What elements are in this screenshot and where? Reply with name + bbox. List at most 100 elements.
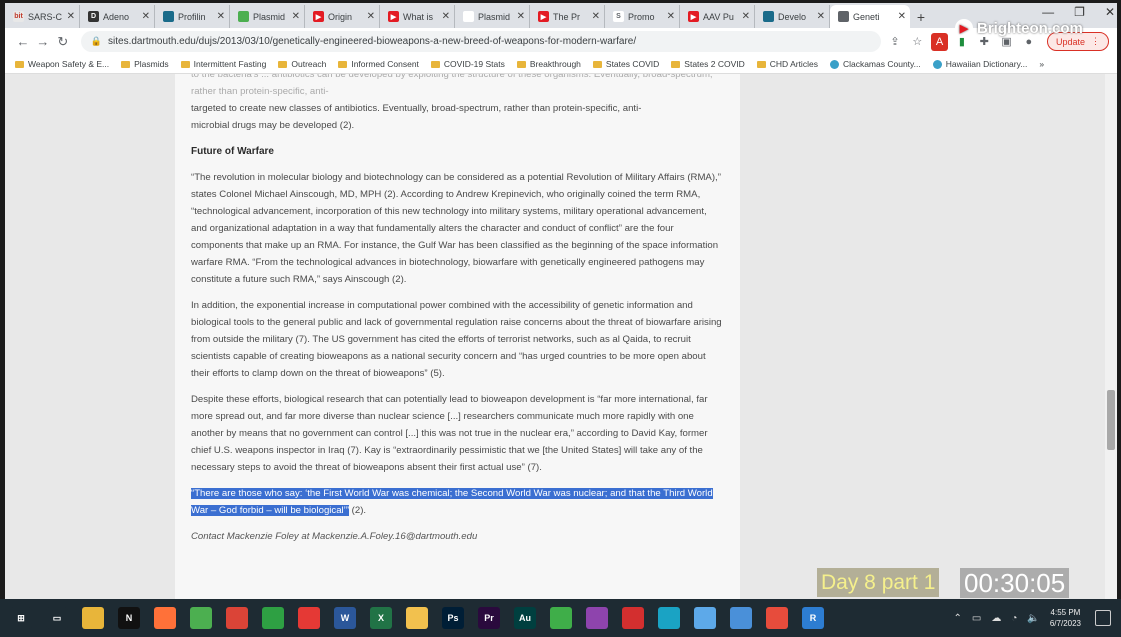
- tab-close-icon[interactable]: ✕: [142, 11, 150, 22]
- tab-close-icon[interactable]: ✕: [817, 11, 825, 22]
- tab-favicon-icon: [763, 11, 774, 22]
- tab-favicon-icon: [838, 11, 849, 22]
- file-explorer-icon[interactable]: [82, 607, 104, 629]
- tab-close-icon[interactable]: ✕: [367, 11, 375, 22]
- tab-2[interactable]: Profilin ✕: [155, 5, 230, 28]
- url-text: sites.dartmouth.edu/dujs/2013/03/10/gene…: [108, 36, 637, 47]
- address-bar[interactable]: 🔒 sites.dartmouth.edu/dujs/2013/03/10/ge…: [80, 31, 881, 52]
- paint-icon[interactable]: [694, 607, 716, 629]
- tab-11[interactable]: Geneti ✕: [830, 5, 910, 28]
- tab-favicon-icon: ▶: [388, 11, 399, 22]
- tab-4[interactable]: ▶ Origin ✕: [305, 5, 380, 28]
- green-square-icon[interactable]: [550, 607, 572, 629]
- tab-title: What is: [403, 11, 434, 22]
- bookmark-item[interactable]: States COVID: [592, 59, 659, 69]
- tab-6[interactable]: Plasmid ✕: [455, 5, 530, 28]
- green-app-icon[interactable]: [262, 607, 284, 629]
- bookmark-label: States 2 COVID: [684, 59, 745, 69]
- chrome-alt-icon[interactable]: [226, 607, 248, 629]
- photos-icon[interactable]: [586, 607, 608, 629]
- cyan-app-icon[interactable]: [658, 607, 680, 629]
- tab-3[interactable]: Plasmid ✕: [230, 5, 305, 28]
- tab-1[interactable]: D Adeno ✕: [80, 5, 155, 28]
- firefox-icon[interactable]: [154, 607, 176, 629]
- photoshop-icon[interactable]: Ps: [442, 607, 464, 629]
- acrobat-icon[interactable]: [622, 607, 644, 629]
- r-app-icon[interactable]: R: [802, 607, 824, 629]
- bookmark-item[interactable]: Outreach: [278, 59, 326, 69]
- tab-close-icon[interactable]: ✕: [67, 11, 75, 22]
- bookmark-item[interactable]: Clackamas County...: [829, 59, 921, 69]
- bookmark-item[interactable]: Breakthrough: [516, 59, 581, 69]
- reload-icon[interactable]: ↻: [53, 34, 73, 50]
- new-tab-button[interactable]: +: [910, 5, 932, 28]
- tab-title: AAV Pu: [703, 11, 734, 22]
- bookmark-item[interactable]: States 2 COVID: [671, 59, 745, 69]
- tab-favicon-icon: D: [88, 11, 99, 22]
- tab-close-icon[interactable]: ✕: [592, 11, 600, 22]
- more-bookmarks-icon[interactable]: »: [1039, 59, 1044, 69]
- tab-7[interactable]: ▶ The Pr ✕: [530, 5, 605, 28]
- notification-center-icon[interactable]: [1095, 610, 1111, 626]
- clock[interactable]: 4:55 PM 6/7/2023: [1050, 607, 1081, 629]
- tab-close-icon[interactable]: ✕: [217, 11, 225, 22]
- contact-line[interactable]: Contact Mackenzie Foley at Mackenzie.A.F…: [191, 528, 724, 545]
- brighteon-watermark: ▶ Brighteon.com: [955, 17, 1083, 39]
- tab-9[interactable]: ▶ AAV Pu ✕: [680, 5, 755, 28]
- audition-icon[interactable]: Au: [514, 607, 536, 629]
- bookmark-label: Informed Consent: [351, 59, 419, 69]
- highlighted-quote[interactable]: “There are those who say: ‘the First Wor…: [191, 488, 713, 516]
- tab-0[interactable]: bit SARS-C ✕: [5, 5, 80, 28]
- red-app-icon[interactable]: [298, 607, 320, 629]
- scrollbar-thumb[interactable]: [1107, 390, 1115, 450]
- battery-icon[interactable]: ▭: [972, 613, 981, 624]
- onedrive-icon[interactable]: ☁: [991, 613, 1001, 624]
- brighteon-text: Brighteon.com: [977, 19, 1083, 37]
- folder-icon: [756, 60, 766, 68]
- task-view-icon[interactable]: ▭: [46, 607, 68, 629]
- tab-8[interactable]: S Promo ✕: [605, 5, 680, 28]
- tab-close-icon[interactable]: ✕: [517, 11, 525, 22]
- back-arrow-icon[interactable]: ←: [13, 34, 33, 49]
- volume-icon[interactable]: 🔈: [1027, 613, 1039, 624]
- forward-arrow-icon[interactable]: →: [33, 34, 53, 49]
- folder-icon: [15, 60, 24, 68]
- wifi-icon[interactable]: ◔: [1011, 613, 1017, 624]
- acrobat-extension-icon[interactable]: A: [931, 32, 948, 51]
- bookmark-label: Intermittent Fasting: [193, 59, 267, 69]
- bookmark-item[interactable]: Informed Consent: [338, 59, 419, 69]
- netflix-icon[interactable]: N: [118, 607, 140, 629]
- premiere-icon[interactable]: Pr: [478, 607, 500, 629]
- red-round-icon[interactable]: [766, 607, 788, 629]
- day-part-label: Day 8 part 1: [817, 568, 940, 597]
- word-icon[interactable]: W: [334, 607, 356, 629]
- tab-strip: bit SARS-C ✕ D Adeno ✕ Profilin ✕ Plasmid ✕ ▶ Origi…: [5, 3, 1117, 28]
- bookmark-item[interactable]: CHD Articles: [756, 59, 818, 69]
- excel-icon[interactable]: X: [370, 607, 392, 629]
- close-window-button[interactable]: ✕: [1105, 5, 1115, 19]
- calculator-icon[interactable]: [730, 607, 752, 629]
- page-scrollbar[interactable]: [1105, 74, 1117, 599]
- start-icon[interactable]: ⊞: [10, 607, 32, 629]
- chrome-icon[interactable]: [190, 607, 212, 629]
- share-icon[interactable]: ⇪: [887, 33, 903, 51]
- tab-close-icon[interactable]: ✕: [898, 11, 906, 22]
- bookmark-item[interactable]: COVID-19 Stats: [430, 59, 505, 69]
- yellow-app-icon[interactable]: [406, 607, 428, 629]
- tab-close-icon[interactable]: ✕: [292, 11, 300, 22]
- folder-icon: [516, 60, 526, 68]
- tab-close-icon[interactable]: ✕: [742, 11, 750, 22]
- site-favicon-icon: [932, 59, 942, 69]
- bookmark-item[interactable]: Hawaiian Dictionary...: [932, 59, 1027, 69]
- bookmark-item[interactable]: Intermittent Fasting: [180, 59, 267, 69]
- clock-date: 6/7/2023: [1049, 619, 1081, 628]
- tab-5[interactable]: ▶ What is ✕: [380, 5, 455, 28]
- bookmark-star-icon[interactable]: ☆: [909, 33, 925, 51]
- tab-close-icon[interactable]: ✕: [442, 11, 450, 22]
- bookmark-item[interactable]: Plasmids: [121, 59, 169, 69]
- tab-10[interactable]: Develo ✕: [755, 5, 830, 28]
- tab-favicon-icon: [463, 11, 474, 22]
- chevron-up-icon[interactable]: ⌃: [954, 613, 962, 624]
- bookmark-item[interactable]: Weapon Safety & E...: [15, 59, 109, 69]
- tab-close-icon[interactable]: ✕: [667, 11, 675, 22]
